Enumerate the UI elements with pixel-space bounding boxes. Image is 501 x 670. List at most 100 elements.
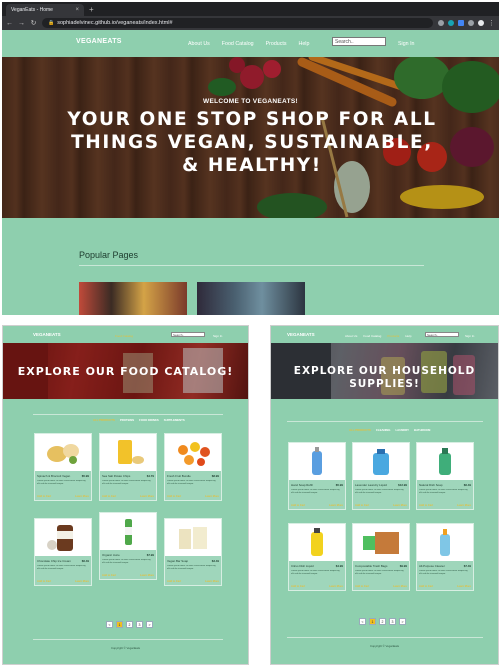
tab-food-drinks[interactable]: FOOD DRINKS [139, 418, 159, 422]
learn-more-link[interactable]: Learn More [393, 585, 407, 588]
menu-dots-icon[interactable]: ⋮ [488, 19, 495, 27]
popular-page-thumbnail[interactable] [197, 282, 305, 315]
tab-all-products[interactable]: ALL PRODUCTS [349, 428, 371, 432]
browser-tab[interactable]: VeganEats - Home × [6, 4, 84, 16]
food-catalog-page: VEGANEATS Food Catalog Search.. Sign In … [2, 325, 249, 665]
nav-food-catalog[interactable]: Food Catalog [363, 334, 381, 338]
page-button[interactable]: 1 [116, 621, 123, 628]
product-image [417, 443, 473, 480]
sign-in-link[interactable]: Sign In [398, 41, 415, 47]
product-card[interactable]: All-Purpose Cleaner $7.49 Lorem ipsum dol… [416, 523, 474, 591]
add-to-cart-link[interactable]: Add to Cart [419, 585, 433, 588]
add-to-cart-link[interactable]: Add to Cart [355, 504, 369, 507]
site-logo[interactable]: VEGANEATS [287, 332, 315, 337]
product-image [165, 434, 221, 471]
learn-more-link[interactable]: Learn More [205, 580, 219, 583]
site-logo[interactable]: VEGANEATS [76, 38, 122, 45]
add-to-cart-link[interactable]: Add to Cart [291, 504, 305, 507]
learn-more-link[interactable]: Learn More [140, 495, 154, 498]
learn-more-link[interactable]: Learn More [457, 504, 471, 507]
product-card[interactable]: Hand Soap Refill $5.99 Lorem ipsum dolor … [288, 442, 346, 510]
site-navbar: VEGANEATS Food Catalog Search.. Sign In [3, 326, 248, 343]
tab-supplements[interactable]: SUPPLEMENTS [164, 418, 185, 422]
profile-avatar-icon[interactable] [478, 20, 484, 26]
nav-food-catalog[interactable]: Food Catalog [115, 334, 133, 338]
product-card[interactable]: Fresh Fruit Bundle $8.99 Lorem ipsum dolo… [164, 433, 222, 501]
lock-icon: 🔒 [48, 20, 55, 26]
nav-about-us[interactable]: About Us [345, 334, 357, 338]
page-button[interactable]: 2 [126, 621, 133, 628]
puzzle-icon[interactable] [468, 20, 474, 26]
tab-laundry[interactable]: LAUNDRY [395, 428, 409, 432]
popular-page-thumbnail[interactable] [79, 282, 187, 315]
product-card[interactable]: Sea Salt Potato Chips $4.79 Lorem ipsum d… [99, 433, 157, 501]
nav-food-catalog[interactable]: Food Catalog [222, 41, 254, 47]
nav-help[interactable]: Help [299, 41, 310, 47]
learn-more-link[interactable]: Learn More [205, 495, 219, 498]
page-button[interactable]: 1 [369, 618, 376, 625]
learn-more-link[interactable]: Learn More [329, 504, 343, 507]
tab-cleaning[interactable]: CLEANING [376, 428, 391, 432]
tab-bathroom[interactable]: BATHROOM [414, 428, 430, 432]
learn-more-link[interactable]: Learn More [75, 495, 89, 498]
product-card[interactable]: Spinach & Broccoli Vegan $5.99 Lorem ipsu… [34, 433, 92, 501]
search-input[interactable]: Search.. [332, 37, 386, 46]
product-name: Hand Soap Refill [291, 483, 313, 487]
page-button[interactable]: 3 [389, 618, 396, 625]
nav-products[interactable]: Products [387, 334, 399, 338]
add-to-cart-link[interactable]: Add to Cart [167, 495, 181, 498]
learn-more-link[interactable]: Learn More [393, 504, 407, 507]
product-card[interactable]: Vegan Bar Soap $3.49 Lorem ipsum dolor si… [164, 518, 222, 586]
prev-page-button[interactable]: < [359, 618, 366, 625]
next-page-button[interactable]: > [399, 618, 406, 625]
extension-icon[interactable] [448, 20, 454, 26]
product-image [100, 513, 156, 550]
add-to-cart-link[interactable]: Add to Cart [37, 495, 51, 498]
product-card[interactable]: Compostable Trash Bags $9.99 Lorem ipsum … [352, 523, 410, 591]
add-to-cart-link[interactable]: Add to Cart [37, 580, 51, 583]
bookmark-star-icon[interactable] [438, 20, 444, 26]
add-to-cart-link[interactable]: Add to Cart [419, 504, 433, 507]
add-to-cart-link[interactable]: Add to Cart [355, 585, 369, 588]
site-logo[interactable]: VEGANEATS [33, 332, 61, 337]
prev-page-button[interactable]: < [106, 621, 113, 628]
learn-more-link[interactable]: Learn More [140, 574, 154, 577]
product-image [289, 524, 345, 561]
page-button[interactable]: 3 [136, 621, 143, 628]
url-field[interactable]: 🔒 sophiadelvinec.github.io/veganeats/ind… [42, 18, 433, 28]
sign-in-link[interactable]: Sign In [465, 334, 474, 338]
product-name: Organic Juice [102, 553, 120, 557]
forward-icon[interactable]: → [18, 20, 25, 27]
product-card[interactable]: Lavender Laundry Liquid $12.99 Lorem ipsu… [352, 442, 410, 510]
add-to-cart-link[interactable]: Add to Cart [102, 574, 116, 577]
next-page-button[interactable]: > [146, 621, 153, 628]
sign-in-link[interactable]: Sign In [213, 334, 222, 338]
page-button[interactable]: 2 [379, 618, 386, 625]
new-tab-button[interactable]: + [89, 4, 94, 16]
reload-icon[interactable]: ↻ [30, 19, 37, 27]
tab-all-products[interactable]: ALL PRODUCTS [93, 418, 115, 422]
product-description: Lorem ipsum dolor sit amet consectetur a… [355, 570, 404, 575]
nav-help[interactable]: Help [405, 334, 411, 338]
close-tab-icon[interactable]: × [75, 7, 79, 13]
product-card[interactable]: Chocolate Chip Ice Cream $6.49 Lorem ipsu… [34, 518, 92, 586]
learn-more-link[interactable]: Learn More [457, 585, 471, 588]
search-input[interactable]: Search.. [425, 332, 459, 337]
product-card[interactable]: Citrus Dish Liquid $4.99 Lorem ipsum dolo… [288, 523, 346, 591]
tab-proteins[interactable]: PROTEINS [120, 418, 134, 422]
search-input[interactable]: Search.. [171, 332, 205, 337]
learn-more-link[interactable]: Learn More [75, 580, 89, 583]
add-to-cart-link[interactable]: Add to Cart [102, 495, 116, 498]
product-image [165, 519, 221, 556]
add-to-cart-link[interactable]: Add to Cart [167, 580, 181, 583]
nav-about-us[interactable]: About Us [188, 41, 210, 47]
household-supplies-page: VEGANEATS About Us Food Catalog Products… [270, 325, 499, 665]
category-tabs: ALL PRODUCTS CLEANING LAUNDRY BATHROOM [349, 428, 430, 432]
extension-icon[interactable] [458, 20, 464, 26]
add-to-cart-link[interactable]: Add to Cart [291, 585, 305, 588]
nav-products[interactable]: Products [266, 41, 287, 47]
back-icon[interactable]: ← [6, 20, 13, 27]
product-card[interactable]: Organic Juice $7.99 Lorem ipsum dolor sit… [99, 512, 157, 580]
product-card[interactable]: Natural Dish Soap $6.49 Lorem ipsum dolor… [416, 442, 474, 510]
learn-more-link[interactable]: Learn More [329, 585, 343, 588]
